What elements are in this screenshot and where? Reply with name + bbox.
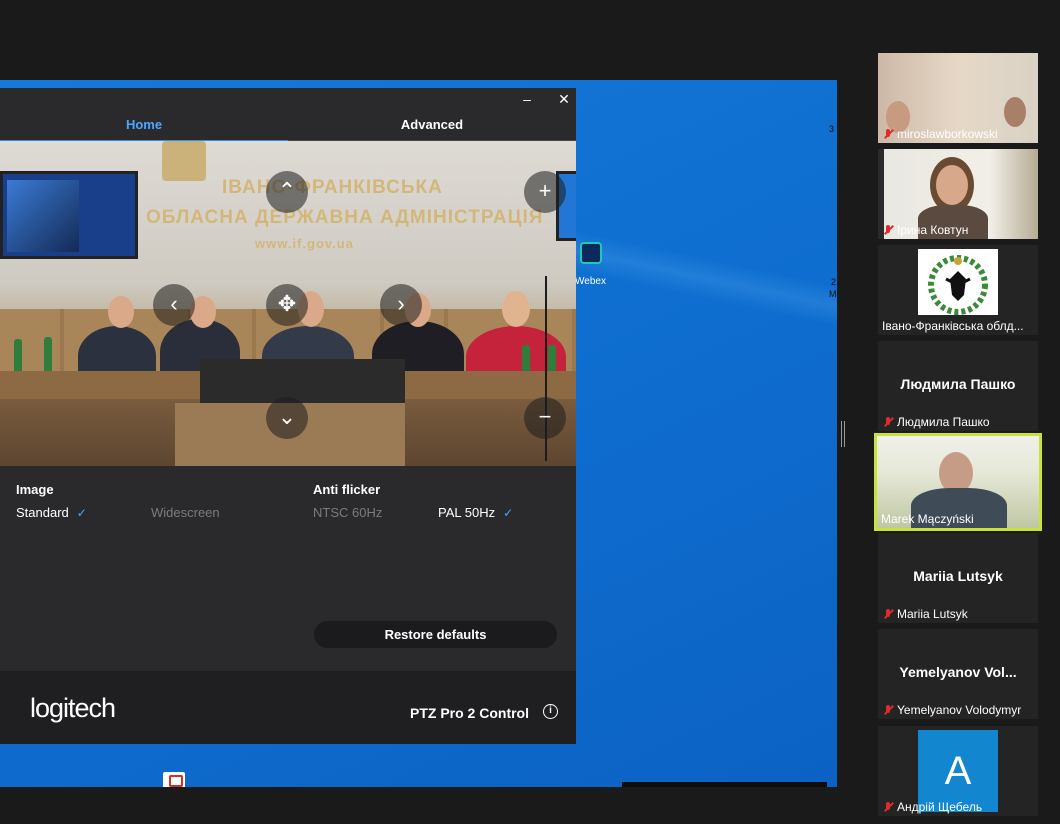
tab-home[interactable]: Home: [0, 110, 288, 142]
participant-label: miroslawborkowski: [897, 127, 998, 141]
participant-tile-active-speaker[interactable]: Marek Mączyński: [874, 433, 1042, 531]
wall-sign-line2: ОБЛАСНА ДЕРЖАВНА АДМІНІСТРАЦІЯ: [146, 207, 544, 228]
tab-advanced[interactable]: Advanced: [288, 110, 576, 142]
participant-name: Yemelyanov Volodymyr: [882, 703, 1021, 717]
logitech-logo: logitech: [30, 693, 116, 723]
mic-muted-icon: [882, 704, 894, 716]
participant-display-name: Mariia Lutsyk: [913, 568, 1003, 584]
info-icon[interactable]: i: [543, 704, 558, 719]
participant-name: Людмила Пашко: [882, 415, 990, 429]
video-person: [1004, 97, 1026, 127]
minimize-button[interactable]: –: [518, 90, 536, 108]
participant-label: Андрій Щебель: [897, 800, 983, 814]
participant-tile[interactable]: Yemelyanov Vol... Yemelyanov Volodymyr: [878, 629, 1038, 719]
participant-name: Андрій Щебель: [882, 800, 982, 814]
mic-muted-icon: [882, 416, 894, 428]
pdf-file-icon[interactable]: [163, 772, 185, 787]
mic-muted-icon: [882, 128, 894, 140]
participant-display-name: Людмила Пашко: [900, 376, 1016, 392]
ntsc-option[interactable]: NTSC 60Hz: [313, 505, 382, 520]
wall-sign-url: www.if.gov.ua: [255, 236, 354, 251]
participant-display-name: Yemelyanov Vol...: [899, 664, 1017, 680]
image-widescreen-option[interactable]: Widescreen: [151, 505, 220, 520]
mic-muted-icon: [882, 224, 894, 236]
pan-left-button[interactable]: ‹: [153, 284, 195, 326]
panel-splitter-handle[interactable]: [841, 421, 845, 447]
check-icon: ✓: [76, 506, 87, 520]
ptz-control-window: – ✕ Home Advanced ІВАНО-ФРАНКІВСЬКА ОБЛА…: [0, 88, 576, 744]
coat-of-arms-emblem: [162, 141, 206, 181]
image-standard-label: Standard: [16, 505, 69, 520]
participant-label: Mariia Lutsyk: [897, 607, 968, 621]
video-person-face: [936, 165, 968, 205]
pal-option[interactable]: PAL 50Hz ✓: [438, 505, 513, 520]
image-standard-option[interactable]: Standard ✓: [16, 505, 87, 520]
room-monitor-left: [0, 171, 138, 259]
participant-name: Marek Mączyński: [881, 512, 974, 526]
tab-bar: Home Advanced: [0, 110, 576, 142]
participant-label: Людмила Пашко: [897, 415, 990, 429]
participant-tile[interactable]: A Андрій Щебель: [878, 726, 1038, 816]
participant-label: Marek Mączyński: [881, 512, 974, 526]
zoom-in-button[interactable]: +: [524, 171, 566, 213]
home-position-button[interactable]: ✥: [266, 284, 308, 326]
participant-name: Mariia Lutsyk: [882, 607, 968, 621]
crest-icon: [928, 255, 988, 315]
pal-label: PAL 50Hz: [438, 505, 496, 520]
product-name: PTZ Pro 2 Control: [410, 705, 529, 721]
pan-right-button[interactable]: ›: [380, 284, 422, 326]
mic-muted-icon: [882, 801, 894, 813]
desktop-edge-text: 3: [829, 124, 835, 134]
participant-label: Івано-Франківська облд...: [882, 319, 1024, 333]
close-button[interactable]: ✕: [555, 90, 573, 108]
person-head: [502, 291, 530, 327]
image-heading: Image: [16, 482, 54, 497]
taskbar-fragment: [622, 782, 827, 787]
participant-label: Ірина Ковтун: [897, 223, 969, 237]
window-footer: logitech PTZ Pro 2 Control i: [0, 671, 576, 744]
desktop-edge-text: 2: [831, 277, 837, 287]
participant-tile[interactable]: Івано-Франківська облд...: [878, 245, 1038, 335]
anti-flicker-heading: Anti flicker: [313, 482, 381, 497]
check-icon: ✓: [503, 506, 514, 520]
camera-preview: ІВАНО-ФРАНКІВСЬКА ОБЛАСНА ДЕРЖАВНА АДМІН…: [0, 141, 576, 466]
participant-tile[interactable]: Людмила Пашко Людмила Пашко: [878, 341, 1038, 431]
zoom-out-button[interactable]: −: [524, 397, 566, 439]
person-head: [108, 296, 134, 328]
participant-tile[interactable]: Ірина Ковтун: [878, 149, 1038, 239]
window-titlebar: – ✕: [0, 88, 576, 110]
desktop-edge-text: M: [829, 289, 837, 299]
webex-desktop-icon[interactable]: [578, 242, 602, 270]
participant-name: Івано-Франківська облд...: [882, 319, 1024, 333]
webex-desktop-label: Webex: [575, 276, 606, 287]
participant-tile[interactable]: miroslawborkowski: [878, 53, 1038, 143]
wall-sign-line1: ІВАНО-ФРАНКІВСЬКА: [222, 177, 443, 198]
participant-name: Ірина Ковтун: [882, 223, 968, 237]
restore-defaults-button[interactable]: Restore defaults: [314, 621, 557, 648]
mic-muted-icon: [882, 608, 894, 620]
settings-panel: Image Standard ✓ Widescreen Anti flicker …: [0, 466, 576, 671]
participant-tile[interactable]: Mariia Lutsyk Mariia Lutsyk: [878, 533, 1038, 623]
participant-name: miroslawborkowski: [882, 127, 998, 141]
crest-avatar: [918, 249, 998, 315]
participant-label: Yemelyanov Volodymyr: [897, 703, 1022, 717]
pan-up-button[interactable]: ⌃: [266, 171, 308, 213]
pan-down-button[interactable]: ⌄: [266, 397, 308, 439]
